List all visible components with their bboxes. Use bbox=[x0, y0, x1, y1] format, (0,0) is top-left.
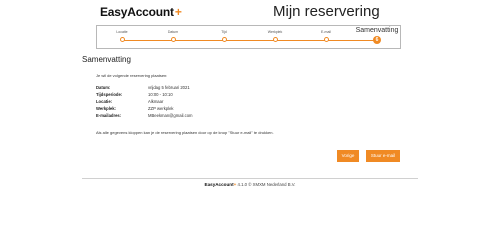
logo[interactable]: EasyAccount+ bbox=[100, 5, 182, 19]
detail-value: Alkmaar bbox=[148, 99, 164, 104]
intro-text: Je wil de volgende reservering plaatsen: bbox=[96, 73, 168, 78]
step-label: Werkplek bbox=[267, 30, 283, 34]
step-dot bbox=[119, 37, 125, 42]
footer-logo-plus: + bbox=[233, 182, 237, 187]
header: EasyAccount+ Mijn reservering bbox=[0, 0, 500, 22]
detail-row-werkplek: Werkplek: ZZP werkplek bbox=[96, 106, 296, 113]
detail-label: Werkplek: bbox=[96, 106, 116, 111]
step-locatie[interactable]: Locatie bbox=[97, 26, 147, 42]
step-tijd[interactable]: Tijd bbox=[199, 26, 249, 42]
step-email[interactable]: E-mail bbox=[301, 26, 351, 42]
step-label: E-mail bbox=[321, 30, 331, 34]
detail-row-email: E-mailadres: MBeekman@gmail.com bbox=[96, 113, 296, 120]
step-dot-active: 6 bbox=[373, 36, 381, 44]
detail-label: Locatie: bbox=[96, 99, 113, 104]
step-dot bbox=[272, 37, 278, 42]
step-samenvatting: Samenvatting 6 bbox=[352, 26, 402, 44]
detail-label: E-mailadres: bbox=[96, 113, 122, 118]
step-label: Locatie bbox=[116, 30, 128, 34]
detail-value: ZZP werkplek bbox=[148, 106, 174, 111]
detail-row-datum: Datum: vrijdag 5 februari 2021 bbox=[96, 85, 296, 92]
step-label-active: Samenvatting bbox=[355, 27, 399, 34]
detail-value: 10:00 - 10:10 bbox=[148, 92, 173, 97]
reservation-details: Datum: vrijdag 5 februari 2021 Tijdsperi… bbox=[96, 85, 296, 120]
detail-value: vrijdag 5 februari 2021 bbox=[148, 85, 190, 90]
logo-plus: + bbox=[174, 5, 182, 19]
progress-stepper: Locatie Datum Tijd Werkplek E-mail Samen… bbox=[96, 25, 401, 49]
footer-logo-text: EasyAccount bbox=[204, 182, 234, 187]
detail-value: MBeekman@gmail.com bbox=[148, 113, 193, 118]
detail-label: Datum: bbox=[96, 85, 111, 90]
logo-text: EasyAccount bbox=[100, 5, 174, 19]
step-dot bbox=[170, 37, 176, 42]
footer-divider bbox=[82, 178, 418, 179]
instruction-note: Als alle gegevens kloppen kan je de rese… bbox=[96, 130, 274, 135]
step-label: Datum bbox=[167, 30, 179, 34]
send-email-button[interactable]: Stuur e-mail bbox=[366, 150, 400, 162]
footer: EasyAccount+ 4.1.0 © XMXM Nederland B.V. bbox=[0, 182, 500, 187]
detail-row-tijdsperiode: Tijdsperiode: 10:00 - 10:10 bbox=[96, 92, 296, 99]
back-button[interactable]: Vorige bbox=[337, 150, 359, 162]
footer-logo: EasyAccount+ bbox=[205, 182, 237, 187]
step-label: Tijd bbox=[221, 30, 227, 34]
detail-row-locatie: Locatie: Alkmaar bbox=[96, 99, 296, 106]
step-dot bbox=[323, 37, 329, 42]
footer-text: 4.1.0 © XMXM Nederland B.V. bbox=[237, 182, 296, 187]
page-title: Mijn reservering bbox=[273, 3, 380, 20]
step-dot bbox=[221, 37, 227, 42]
step-werkplek[interactable]: Werkplek bbox=[250, 26, 300, 42]
detail-label: Tijdsperiode: bbox=[96, 92, 123, 97]
step-datum[interactable]: Datum bbox=[148, 26, 198, 42]
section-title: Samenvatting bbox=[82, 55, 131, 64]
